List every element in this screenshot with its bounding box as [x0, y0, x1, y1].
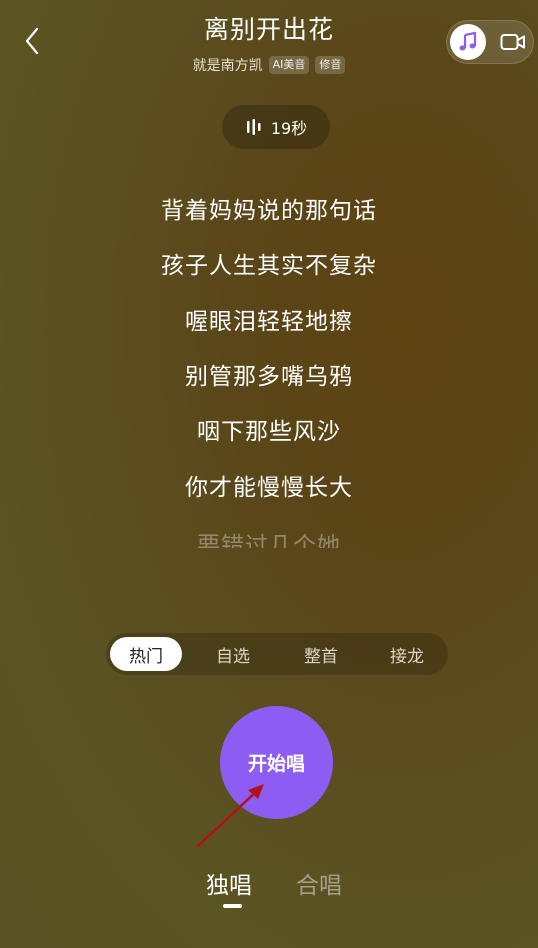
video-camera-icon [500, 34, 525, 50]
lyric-line: 别管那多嘴乌鸦 [185, 364, 353, 390]
ai-voice-tag: AI美音 [268, 56, 310, 74]
tune-tag: 修音 [315, 56, 346, 74]
solo-tab[interactable]: 独唱 [206, 866, 252, 900]
tab-hot[interactable]: 热门 [110, 637, 182, 671]
tab-relay[interactable]: 接龙 [370, 637, 444, 671]
duration-pill: 19秒 [222, 105, 330, 149]
duet-tab[interactable]: 合唱 [296, 866, 342, 900]
audio-mode-button[interactable] [450, 24, 486, 60]
annotation-arrow [196, 784, 264, 848]
lyric-line-faded: 要错过几个她 [197, 533, 341, 548]
music-note-icon [459, 31, 477, 51]
lyric-line: 喔眼泪轻轻地擦 [185, 309, 353, 335]
video-mode-button[interactable] [496, 24, 530, 60]
lyric-line: 你才能慢慢长大 [185, 475, 353, 501]
selected-indicator [223, 904, 242, 908]
tab-full-song[interactable]: 整首 [284, 637, 358, 671]
lyric-line: 背着妈妈说的那句话 [161, 198, 377, 224]
tab-custom[interactable]: 自选 [196, 637, 270, 671]
waveform-icon [246, 119, 261, 135]
lyric-line: 咽下那些风沙 [197, 419, 341, 445]
artist-name: 就是南方凯 [192, 58, 263, 74]
lyric-line: 孩子人生其实不复杂 [161, 253, 377, 279]
duration-label: 19秒 [270, 119, 308, 138]
